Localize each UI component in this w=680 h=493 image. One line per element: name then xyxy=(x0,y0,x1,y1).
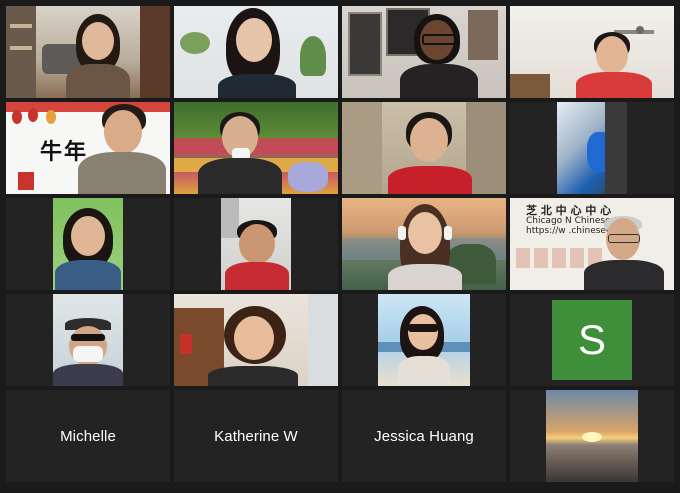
participant-tile-3[interactable] xyxy=(342,6,506,98)
participant-video-5: 牛 年 xyxy=(6,102,170,194)
participant-video-3 xyxy=(342,6,506,98)
new-year-char-1: 牛 xyxy=(40,140,63,165)
participant-tile-10[interactable] xyxy=(174,198,338,290)
participant-video-6 xyxy=(174,102,338,194)
participant-video-9 xyxy=(53,198,123,290)
participant-video-8 xyxy=(557,102,627,194)
participant-video-14 xyxy=(174,294,338,386)
participant-tile-12[interactable]: 芝 北 中 心 中 心 Chicago N Chinese Ce https:/… xyxy=(510,198,674,290)
participant-video-12: 芝 北 中 心 中 心 Chicago N Chinese Ce https:/… xyxy=(510,198,674,290)
participant-tile-15[interactable] xyxy=(342,294,506,386)
participant-tile-7[interactable] xyxy=(342,102,506,194)
participant-tile-16[interactable]: S xyxy=(510,294,674,386)
participant-tile-13[interactable] xyxy=(6,294,170,386)
participant-video-1 xyxy=(6,6,170,98)
participant-tile-6[interactable] xyxy=(174,102,338,194)
participant-video-20 xyxy=(546,390,638,482)
participant-tile-20[interactable] xyxy=(510,390,674,482)
participant-video-4 xyxy=(510,6,674,98)
participant-tile-5[interactable]: 牛 年 xyxy=(6,102,170,194)
participant-video-15 xyxy=(378,294,470,386)
participant-name-jessica: Jessica Huang xyxy=(374,427,474,445)
participant-tile-1[interactable] xyxy=(6,6,170,98)
participant-video-7 xyxy=(342,102,506,194)
participant-tile-2[interactable] xyxy=(174,6,338,98)
participant-name-katherine: Katherine W xyxy=(214,427,298,445)
participant-avatar: S xyxy=(552,300,632,380)
gallery-grid: 牛 年 芝 北 中 心 中 心 Chicago N Chinese Ce htt… xyxy=(6,6,674,486)
participant-video-2 xyxy=(174,6,338,98)
participant-video-10 xyxy=(221,198,291,290)
participant-tile-11[interactable] xyxy=(342,198,506,290)
participant-tile-19[interactable]: Jessica Huang xyxy=(342,390,506,482)
participant-tile-9[interactable] xyxy=(6,198,170,290)
participant-name-michelle: Michelle xyxy=(60,427,116,445)
participant-video-13 xyxy=(53,294,123,386)
participant-tile-8[interactable] xyxy=(510,102,674,194)
participant-tile-18[interactable]: Katherine W xyxy=(174,390,338,482)
participant-tile-4[interactable] xyxy=(510,6,674,98)
participant-tile-17[interactable]: Michelle xyxy=(6,390,170,482)
participant-tile-14[interactable] xyxy=(174,294,338,386)
participant-video-11 xyxy=(342,198,506,290)
